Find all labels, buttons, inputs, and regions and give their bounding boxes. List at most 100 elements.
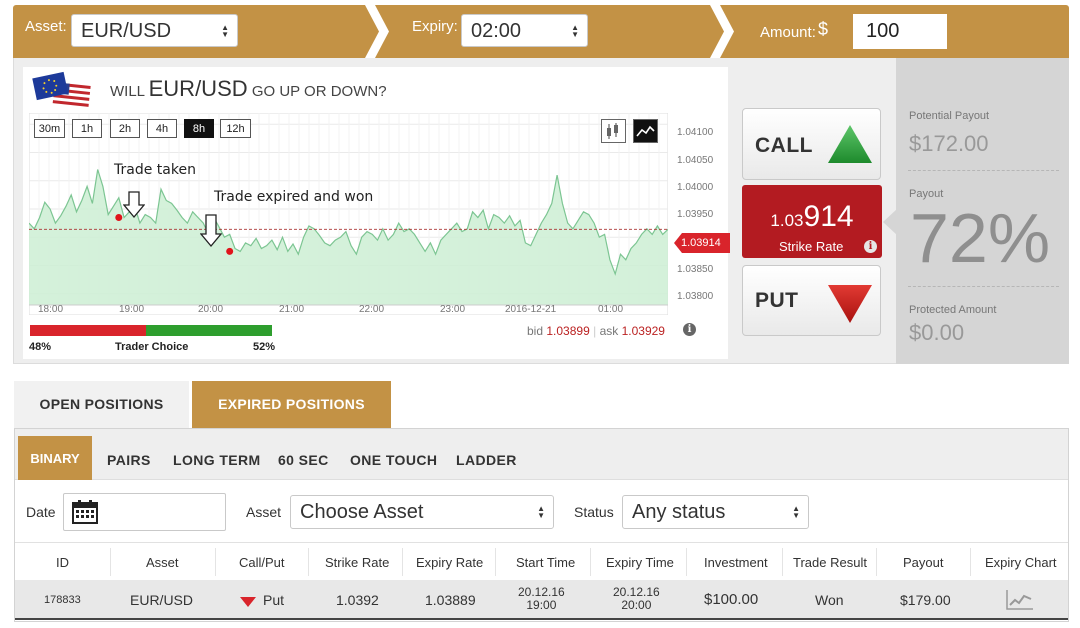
timeframe-1h-button[interactable]: 1h (72, 119, 102, 138)
trade-expired-annotation: Trade expired and won (214, 189, 374, 205)
asset-filter-value: Choose Asset (300, 501, 424, 523)
payout-percent: 72% (910, 199, 1051, 277)
status-filter-value: Any status (632, 501, 726, 523)
bid-label: bid (527, 324, 544, 338)
bid-value: 1.03899 (546, 324, 590, 338)
trader-choice-put-bar (30, 325, 146, 336)
potential-payout-label: Potential Payout (909, 110, 990, 122)
column-header-trade-result: Trade Result (793, 555, 867, 570)
expiry-select[interactable]: 02:00 ▲ ▼ (461, 14, 588, 47)
x-tick-label: 19:00 (119, 304, 145, 315)
cell-expiry-time: 20.12.16 20:00 (613, 586, 660, 612)
question-pair: EUR/USD (148, 76, 248, 101)
strike-rate-suffix: 914 (803, 200, 854, 233)
pointer-triangle-icon (883, 209, 897, 235)
asset-select[interactable]: EUR/USD ▲ ▼ (71, 14, 238, 47)
strike-info-icon[interactable]: i (864, 240, 877, 253)
column-header-strike-rate: Strike Rate (325, 555, 390, 570)
column-header-call-put: Call/Put (239, 555, 285, 570)
asset-filter-label: Asset (246, 504, 282, 520)
chevron-right-icon (365, 5, 389, 58)
strike-rate-label: Strike Rate (779, 239, 844, 254)
cell-trade-result: Won (815, 592, 844, 608)
bid-ask-quote: bid 1.03899 | ask 1.03929 (527, 324, 665, 338)
trader-choice-call-bar (146, 325, 272, 336)
ask-value: 1.03929 (621, 324, 665, 338)
potential-payout-value: $172.00 (909, 131, 989, 156)
asset-label: Asset: (25, 18, 67, 35)
divider (908, 170, 1059, 171)
subtab-long-term[interactable]: LONG TERM (173, 452, 261, 468)
divider (908, 286, 1059, 287)
subtab-ladder[interactable]: LADDER (456, 452, 517, 468)
cell-start-hour: 19:00 (526, 598, 557, 612)
line-chart-icon[interactable] (1005, 588, 1035, 612)
strike-rate-prefix: 1.03 (770, 211, 804, 230)
expiry-select-value: 02:00 (471, 20, 522, 42)
tab-open-positions[interactable]: OPEN POSITIONS (14, 381, 189, 428)
candlestick-chart-button[interactable] (601, 119, 626, 143)
cell-investment: $100.00 (704, 591, 759, 608)
up-arrow-icon (828, 125, 872, 163)
column-divider (308, 548, 309, 576)
column-header-start-time: Start Time (516, 555, 576, 570)
timeframe-2h-button[interactable]: 2h (110, 119, 140, 138)
column-divider (590, 548, 591, 576)
chevron-right-icon (710, 5, 734, 58)
asset-select-value: EUR/USD (81, 20, 172, 42)
column-header-id: ID (56, 555, 69, 570)
call-button-label: CALL (755, 134, 813, 157)
call-button[interactable]: CALL (742, 108, 881, 180)
y-tick-label: 1.03950 (677, 209, 714, 220)
column-divider (402, 548, 403, 576)
tab-expired-positions[interactable]: EXPIRED POSITIONS (192, 381, 391, 428)
column-header-expiry-rate: Expiry Rate (416, 555, 484, 570)
cell-strike-rate: 1.0392 (336, 592, 379, 608)
select-arrows-icon: ▲ ▼ (221, 23, 229, 39)
status-filter-select[interactable]: Any status ▲ ▼ (622, 495, 809, 529)
cell-expiry-rate: 1.03889 (425, 592, 476, 608)
question-suffix: GO UP OR DOWN? (251, 83, 387, 100)
amount-input[interactable]: 100 (853, 14, 947, 49)
x-tick-label: 18:00 (38, 304, 64, 315)
timeframe-12h-button[interactable]: 12h (220, 119, 251, 138)
candlestick-chart-icon (607, 123, 618, 139)
subtab-60-sec[interactable]: 60 SEC (278, 452, 329, 468)
subtab-pairs[interactable]: PAIRS (107, 452, 151, 468)
trader-choice-label: Trader Choice (115, 341, 189, 353)
x-tick-label: 21:00 (279, 304, 305, 315)
column-header-payout: Payout (903, 555, 944, 570)
y-tick-label: 1.03850 (677, 264, 714, 275)
y-tick-label: 1.04050 (677, 155, 714, 166)
select-arrows-icon: ▲ ▼ (792, 504, 800, 520)
down-arrow-icon (123, 191, 145, 219)
column-divider (686, 548, 687, 576)
timeframe-8h-button[interactable]: 8h (184, 119, 214, 138)
x-tick-label: 22:00 (359, 304, 385, 315)
put-button[interactable]: PUT (742, 265, 881, 336)
amount-label: Amount: (760, 24, 816, 41)
question-prefix: WILL (110, 83, 145, 100)
date-filter-label: Date (26, 504, 56, 520)
x-tick-label: 20:00 (198, 304, 224, 315)
subtab-binary[interactable]: BINARY (18, 436, 92, 480)
column-divider (970, 548, 971, 576)
trader-choice-put-percent: 48% (29, 341, 52, 353)
info-icon[interactable]: i (683, 323, 696, 336)
cell-asset: EUR/USD (130, 592, 194, 608)
column-divider (876, 548, 877, 576)
select-arrows-icon: ▲ ▼ (537, 504, 545, 520)
date-filter-input[interactable] (63, 493, 226, 531)
column-header-investment: Investment (704, 555, 768, 570)
asset-filter-select[interactable]: Choose Asset ▲ ▼ (290, 495, 554, 529)
put-button-label: PUT (755, 289, 799, 312)
line-chart-button[interactable] (633, 119, 658, 143)
timeframe-30m-button[interactable]: 30m (34, 119, 65, 138)
timeframe-4h-button[interactable]: 4h (147, 119, 177, 138)
column-header-expiry-time: Expiry Time (606, 555, 674, 570)
current-price-tag: 1.03914 (674, 233, 730, 253)
eu-us-flag-icon (32, 71, 91, 107)
y-tick-label: 1.03800 (677, 291, 714, 302)
subtab-one-touch[interactable]: ONE TOUCH (350, 452, 437, 468)
ask-label: ask (599, 324, 619, 338)
